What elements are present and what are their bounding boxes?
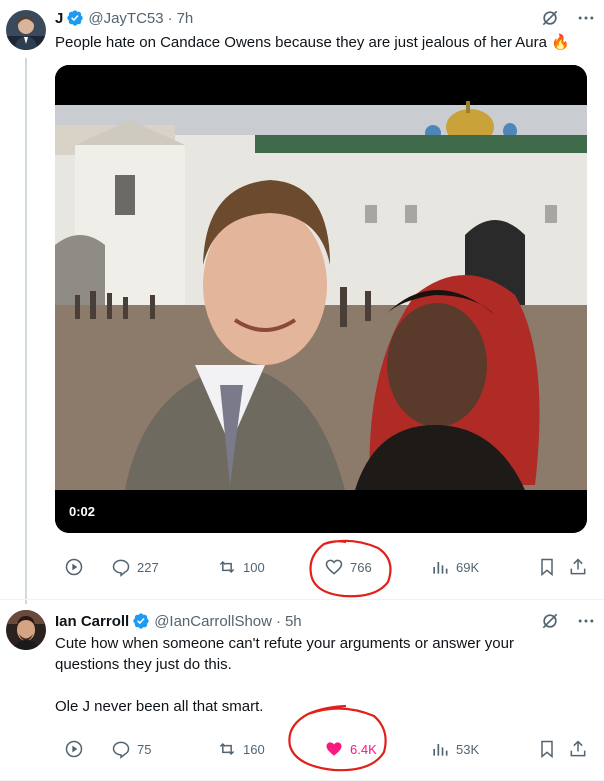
tweet1-text: People hate on Candace Owens because the…	[55, 34, 570, 51]
tweet1-header: J @JayTC53 · 7h	[55, 8, 193, 28]
tweet1-separator: ·	[167, 9, 173, 27]
tweet2-separator: ·	[275, 612, 281, 630]
analytics-icon	[433, 562, 448, 574]
tweet2-text-line1: Cute how when someone can't refute your …	[55, 635, 514, 652]
tweet1-like-button[interactable]: 766	[324, 555, 372, 579]
tweet1-video[interactable]: 0:02	[55, 65, 587, 533]
tweet1-bookmark-button[interactable]	[537, 555, 563, 579]
play-button[interactable]	[64, 737, 90, 761]
reply-icon	[112, 741, 130, 759]
tweet1-timestamp[interactable]: 7h	[177, 10, 194, 27]
tweet2-top-icons	[540, 611, 596, 631]
tweet2-text-line3: Ole J never been all that smart.	[55, 698, 264, 715]
avatar-j[interactable]	[6, 10, 46, 50]
tweet2-like-count: 6.4K	[350, 741, 377, 757]
tweet1-share-button[interactable]	[568, 555, 594, 579]
tweet2-text-line2: questions they just do this.	[55, 656, 232, 673]
repost-icon	[219, 560, 235, 574]
bookmark-icon	[541, 558, 553, 577]
tweet-divider	[0, 599, 604, 600]
video-timestamp: 0:02	[69, 504, 96, 519]
tweet1-view-count: 69K	[456, 559, 480, 575]
tweet2-action-bar: 75 160 6.4K 53K	[64, 737, 594, 761]
tweet2-timestamp[interactable]: 5h	[285, 613, 302, 630]
repost-icon	[219, 742, 235, 756]
tweet2-view-count: 53K	[456, 741, 480, 757]
avatar-ian-carroll[interactable]	[6, 610, 46, 650]
tweet1-repost-count: 100	[243, 559, 265, 575]
tweet2-reply-count: 75	[137, 741, 152, 757]
tweet2-like-button[interactable]: 6.4K	[324, 737, 377, 761]
tweet2-repost-button[interactable]: 160	[217, 737, 265, 761]
more-options-icon[interactable]	[576, 611, 596, 631]
tweet1-like-count: 766	[350, 559, 372, 575]
thread-connector-line	[25, 58, 27, 604]
tweet1-reply-count: 227	[137, 559, 159, 575]
tweet2-bookmark-button[interactable]	[537, 737, 563, 761]
verified-badge-icon	[66, 9, 84, 27]
tweet1-author-name[interactable]: J	[55, 10, 63, 27]
play-icon	[65, 558, 83, 576]
bookmark-icon	[541, 740, 553, 759]
grok-icon[interactable]	[540, 611, 560, 631]
grok-icon[interactable]	[540, 8, 560, 28]
verified-badge-icon	[132, 612, 150, 630]
tweet2-share-button[interactable]	[568, 737, 594, 761]
heart-filled-icon	[326, 742, 342, 756]
share-icon	[570, 740, 586, 757]
video-frame-image	[55, 65, 587, 533]
tweet1-handle[interactable]: @JayTC53	[88, 10, 163, 27]
play-button[interactable]	[64, 555, 90, 579]
play-icon	[65, 740, 83, 758]
tweet1-top-icons	[540, 8, 596, 28]
tweet1-reply-button[interactable]: 227	[111, 555, 159, 579]
analytics-icon	[433, 744, 448, 756]
tweet1-views-button[interactable]: 69K	[430, 555, 479, 579]
more-options-icon[interactable]	[576, 8, 596, 28]
heart-icon	[325, 559, 343, 575]
tweet1-action-bar: 227 100 766 69K	[64, 555, 594, 579]
tweet2-reply-button[interactable]: 75	[111, 737, 151, 761]
tweet2-views-button[interactable]: 53K	[430, 737, 479, 761]
tweet2-header: Ian Carroll @IanCarrollShow · 5h	[55, 611, 302, 631]
tweet2-handle[interactable]: @IanCarrollShow	[154, 613, 272, 630]
tweet2-author-name[interactable]: Ian Carroll	[55, 613, 129, 630]
tweet1-repost-button[interactable]: 100	[217, 555, 265, 579]
share-icon	[570, 558, 586, 575]
reply-icon	[112, 559, 130, 577]
tweet2-repost-count: 160	[243, 741, 265, 757]
